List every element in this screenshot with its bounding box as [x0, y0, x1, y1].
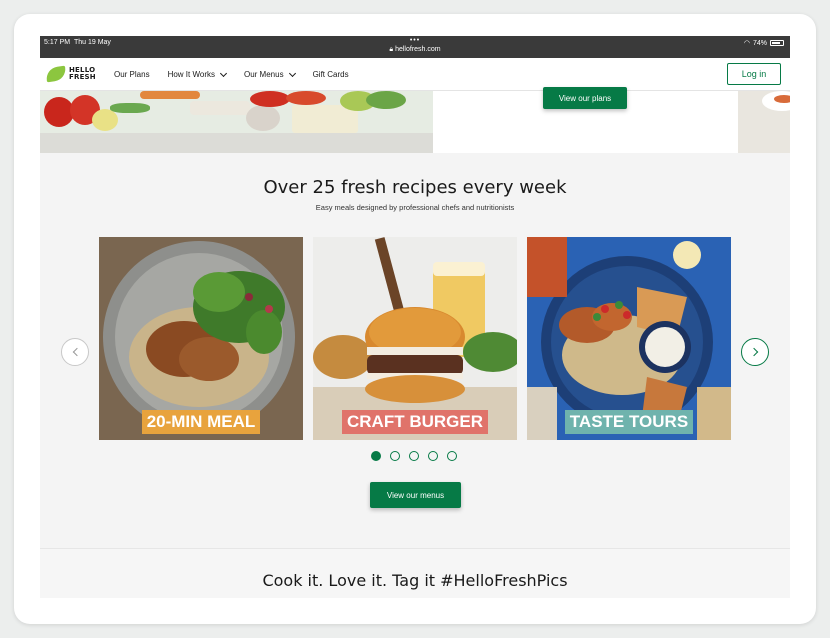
chevron-right-icon — [749, 347, 758, 357]
card-label: 20-MIN MEAL — [141, 410, 261, 434]
status-bar: 5:17 PM Thu 19 May ••• 🔒︎ hellofresh.com… — [40, 36, 790, 58]
hellofresh-logo[interactable]: HELLO FRESH — [45, 65, 96, 83]
battery-percent: 74% — [752, 39, 767, 47]
nav-how-it-works[interactable]: How It Works — [167, 69, 228, 79]
nav-gift-cards[interactable]: Gift Cards — [313, 70, 349, 79]
lock-icon: 🔒︎ — [389, 46, 394, 53]
hero-vegetables-image — [40, 91, 433, 153]
nav-our-menus-label: Our Menus — [244, 70, 284, 79]
nav-how-it-works-label: How It Works — [167, 70, 215, 79]
carousel-dot-3[interactable] — [409, 451, 419, 461]
status-right: ◠ 74% — [744, 39, 784, 47]
logo-line2: FRESH — [69, 73, 96, 81]
chevron-left-icon — [72, 347, 81, 357]
card-label: CRAFT BURGER — [342, 410, 488, 434]
hero-right-image — [738, 91, 790, 153]
recipe-card-20-min-meal[interactable]: 20-MIN MEAL — [99, 237, 303, 440]
address-url: hellofresh.com — [395, 46, 441, 53]
carousel-dot-4[interactable] — [428, 451, 438, 461]
top-nav: HELLO FRESH Our Plans How It Works Our M… — [40, 58, 790, 91]
carousel-next-button[interactable] — [741, 338, 769, 366]
carousel-dot-5[interactable] — [447, 451, 457, 461]
chevron-down-icon — [219, 69, 228, 77]
nav-links: Our Plans How It Works Our Menus Gift Ca… — [114, 69, 367, 79]
recipe-card-craft-burger[interactable]: CRAFT BURGER — [313, 237, 517, 440]
battery-icon — [770, 40, 784, 46]
browser-screen: 5:17 PM Thu 19 May ••• 🔒︎ hellofresh.com… — [40, 36, 790, 598]
recipes-subtitle: Easy meals designed by professional chef… — [315, 203, 515, 212]
carousel-prev-button[interactable] — [61, 338, 89, 366]
address-bar[interactable]: 🔒︎ hellofresh.com — [40, 46, 790, 54]
login-button[interactable]: Log in — [727, 63, 781, 85]
leaf-logo-icon — [45, 65, 67, 83]
more-dots-icon[interactable]: ••• — [40, 37, 790, 44]
nav-gift-cards-label: Gift Cards — [312, 70, 349, 79]
hero-banner: View our plans — [40, 87, 790, 153]
recipes-section: Over 25 fresh recipes every week Easy me… — [40, 153, 790, 548]
nav-our-menus[interactable]: Our Menus — [244, 69, 296, 79]
nav-our-plans-label: Our Plans — [114, 70, 150, 79]
social-section: Cook it. Love it. Tag it #HelloFreshPics — [40, 548, 790, 598]
wifi-icon: ◠ — [743, 40, 750, 47]
recipes-title: Over 25 fresh recipes every week — [263, 177, 567, 198]
view-our-menus-button[interactable]: View our menus — [370, 482, 461, 508]
hero-cta-area: View our plans — [433, 87, 738, 153]
carousel-pagination — [371, 451, 457, 461]
nav-our-plans[interactable]: Our Plans — [114, 70, 150, 79]
social-title: Cook it. Love it. Tag it #HelloFreshPics — [262, 571, 568, 590]
carousel-dot-1[interactable] — [371, 451, 381, 461]
view-our-plans-button[interactable]: View our plans — [543, 87, 627, 109]
carousel-dot-2[interactable] — [390, 451, 400, 461]
card-label: TASTE TOURS — [564, 410, 694, 434]
logo-text: HELLO FRESH — [69, 67, 96, 81]
chevron-down-icon — [288, 69, 296, 77]
recipe-card-taste-tours[interactable]: TASTE TOURS — [527, 237, 731, 440]
